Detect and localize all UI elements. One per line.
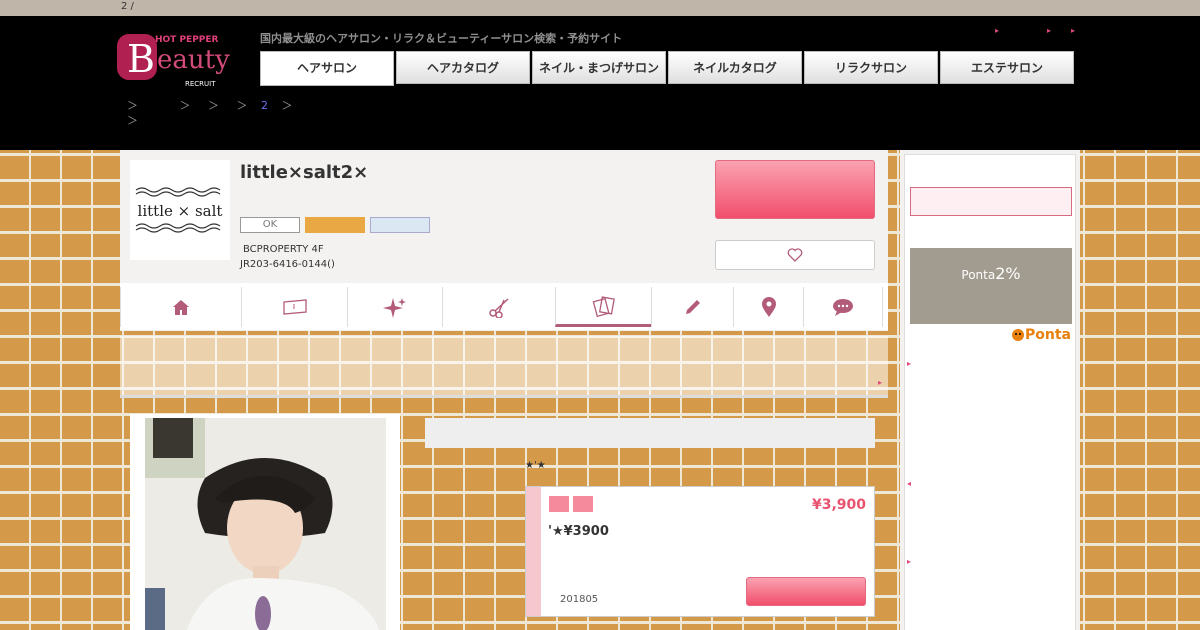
nav-map[interactable] (733, 287, 803, 327)
cards-icon (592, 295, 615, 317)
sparkle-icon (383, 298, 406, 318)
tab-nail-salon[interactable]: ネイル・まつげサロン (532, 51, 666, 84)
tab-hair-catalog[interactable]: ヘアカタログ (396, 51, 530, 84)
svg-text:HOT PEPPER: HOT PEPPER (155, 35, 219, 45)
ponta-card[interactable]: Ponta2% (910, 248, 1072, 324)
style-photo[interactable] (145, 418, 386, 630)
tab-nail-catalog[interactable]: ネイルカタログ (668, 51, 802, 84)
ponta-label: Ponta (961, 268, 996, 282)
coupon-price: ¥3,900 (811, 497, 866, 513)
chat-icon (833, 299, 853, 316)
sidebar-arrow-icon[interactable]: ▸ (907, 359, 911, 368)
section-divider (120, 395, 888, 398)
sidebar-arrow-icon[interactable]: ◂ (907, 479, 911, 488)
sidebar: Ponta2% Ponta ▸ ◂ ▸ (900, 150, 1080, 630)
ponta-logo: Ponta (1011, 327, 1071, 343)
page-counter: 2 / (121, 1, 134, 12)
salon-nav (120, 283, 888, 331)
header-link-arrow[interactable]: ▸ (1071, 26, 1075, 35)
nav-feature[interactable] (347, 287, 442, 327)
nav-home[interactable] (120, 287, 241, 327)
pencil-icon (685, 300, 700, 314)
badge-orange (305, 217, 365, 233)
header-links: ▸ ▸ ▸ (995, 26, 1080, 38)
coupon-date: 201805 (560, 594, 599, 605)
sidebar-box: Ponta2% Ponta ▸ ◂ ▸ (904, 154, 1076, 630)
nav-menu[interactable] (241, 287, 347, 327)
banner-area: ▸ (120, 336, 888, 396)
breadcrumb: ＞ ＞ ＞ ＞ 2 ＞ ＞ (127, 98, 293, 128)
book-icon (282, 299, 307, 315)
coupon-stars: ★'★ (525, 460, 546, 471)
scissors-icon (489, 298, 509, 318)
banner-arrow-icon[interactable]: ▸ (878, 378, 882, 387)
tab-hair-salon[interactable]: ヘアサロン (260, 51, 394, 86)
coupon-stripe (526, 487, 541, 616)
ponta-percent: 2% (995, 264, 1021, 283)
coupon-section-header (425, 418, 875, 448)
salon-name: little×salt2× (240, 162, 369, 183)
coupon-tag (549, 496, 569, 512)
ponta-mascot-icon (1012, 329, 1024, 341)
hotpepper-beauty-logo[interactable]: B HOT PEPPER eauty RECRUIT (115, 24, 247, 90)
breadcrumb-sep: ＞ (236, 99, 248, 112)
salon-address: BCPROPERTY 4F (243, 244, 324, 255)
style-photo-frame (130, 414, 400, 630)
header-link-arrow[interactable]: ▸ (995, 26, 999, 35)
salon-phone: JR203-6416-0144() (240, 259, 335, 270)
breadcrumb-sep: ＞ (127, 99, 138, 112)
site-tagline: 国内最大級のヘアサロン・リラク＆ビューティーサロン検索・予約サイト (260, 32, 623, 45)
salon-header: little × salt little×salt2× OK BCPROPERT… (120, 150, 888, 283)
sidebar-arrow-icon[interactable]: ▸ (907, 557, 911, 566)
badge-ok: OK (240, 217, 300, 233)
svg-text:eauty: eauty (157, 45, 230, 75)
breadcrumb-sep: ＞ (127, 114, 138, 127)
coupon-reserve-button[interactable] (746, 577, 866, 606)
sidebar-button[interactable] (910, 187, 1072, 216)
svg-text:RECRUIT: RECRUIT (185, 80, 216, 88)
nav-coupon[interactable] (555, 287, 651, 327)
breadcrumb-page[interactable]: 2 (261, 99, 268, 112)
map-pin-icon (761, 297, 776, 317)
favorite-button[interactable] (715, 240, 875, 270)
nav-stylist[interactable] (442, 287, 555, 327)
main-content: little × salt little×salt2× OK BCPROPERT… (110, 150, 896, 630)
coupon-title: '★¥3900 (548, 524, 609, 539)
tab-esthe-salon[interactable]: エステサロン (940, 51, 1074, 84)
badge-blue (370, 217, 430, 233)
coupon-tag (573, 496, 593, 512)
nav-blog[interactable] (651, 287, 733, 327)
coupon-card: ¥3,900 '★¥3900 201805 (525, 486, 875, 617)
breadcrumb-sep: ＞ (179, 99, 191, 112)
tab-relax-salon[interactable]: リラクサロン (804, 51, 938, 84)
svg-text:little × salt: little × salt (138, 202, 223, 220)
breadcrumb-sep: ＞ (281, 99, 293, 112)
top-strip: 2 / (0, 0, 1200, 16)
nav-review[interactable] (803, 287, 883, 327)
salon-logo: little × salt (130, 160, 230, 260)
site-header: B HOT PEPPER eauty RECRUIT 国内最大級のヘアサロン・リ… (0, 16, 1200, 150)
heart-icon (787, 248, 803, 262)
header-link-arrow[interactable]: ▸ (1047, 26, 1051, 35)
home-icon (173, 300, 189, 315)
breadcrumb-sep: ＞ (208, 99, 219, 112)
svg-text:B: B (127, 37, 155, 81)
reserve-button[interactable] (715, 160, 875, 219)
